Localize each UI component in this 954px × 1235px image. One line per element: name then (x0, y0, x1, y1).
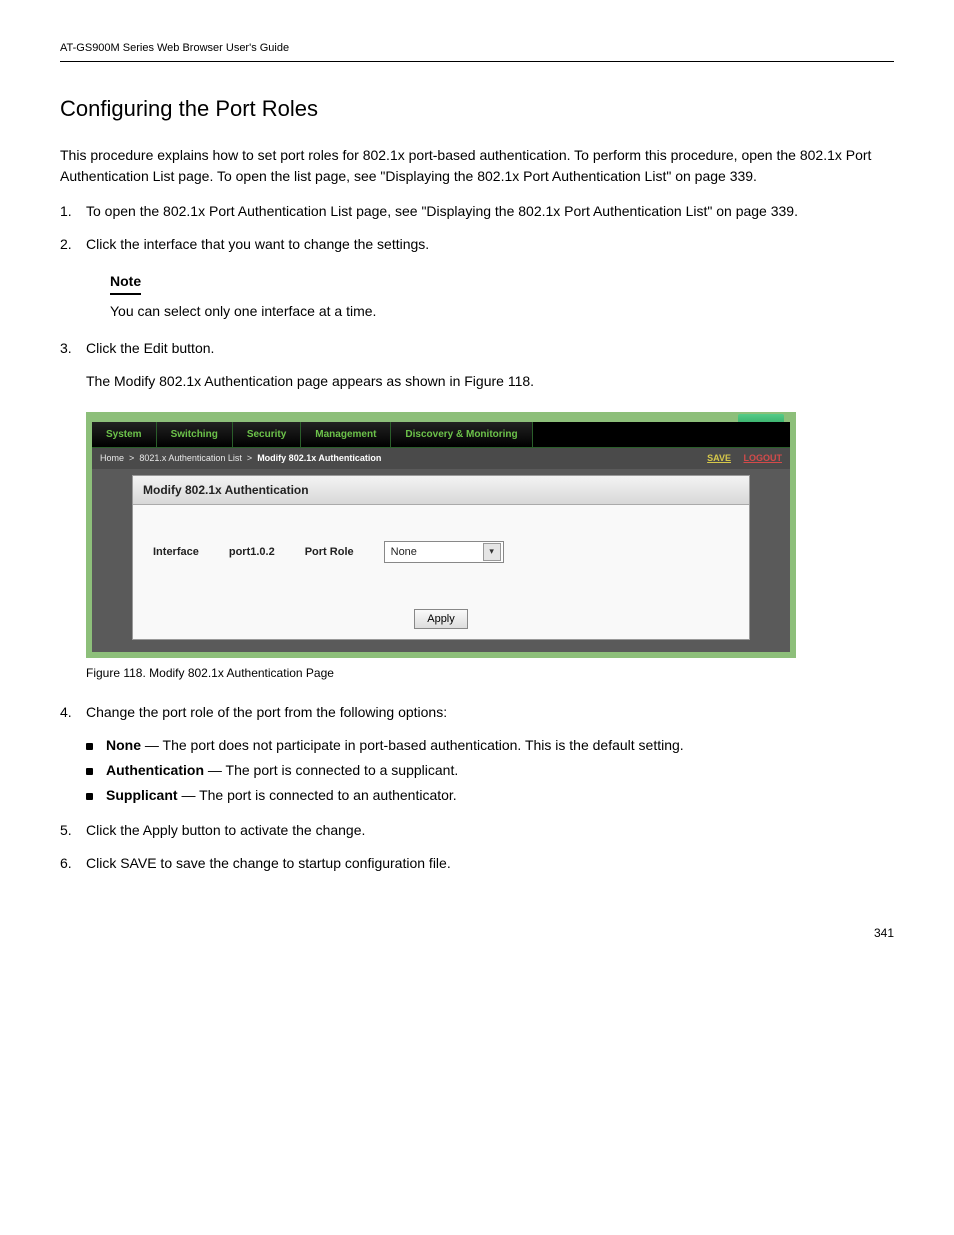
note-block: Note You can select only one interface a… (110, 271, 894, 322)
nav-tabs: System Switching Security Management Dis… (92, 422, 790, 448)
note-label: Note (110, 271, 141, 295)
step-1: 1. To open the 802.1x Port Authenticatio… (60, 201, 894, 222)
breadcrumb-current: Modify 802.1x Authentication (257, 453, 381, 463)
note-body: You can select only one interface at a t… (110, 301, 894, 322)
tab-management[interactable]: Management (301, 422, 391, 447)
page-header: AT-GS900M Series Web Browser User's Guid… (60, 40, 894, 62)
logout-link[interactable]: LOGOUT (744, 453, 783, 463)
interface-value: port1.0.2 (229, 544, 275, 561)
header-left: AT-GS900M Series Web Browser User's Guid… (60, 40, 289, 57)
section-title: Configuring the Port Roles (60, 92, 894, 125)
breadcrumb-bar: Home > 8021.x Authentication List > Modi… (92, 448, 790, 470)
breadcrumb: Home > 8021.x Authentication List > Modi… (100, 452, 381, 466)
step-6: 6. Click SAVE to save the change to star… (60, 853, 894, 874)
apply-button[interactable]: Apply (414, 609, 468, 629)
intro-paragraph: This procedure explains how to set port … (60, 145, 894, 187)
page-number: 341 (60, 924, 894, 942)
bullet-none: None — The port does not participate in … (86, 735, 894, 756)
step-3-after: The Modify 802.1x Authentication page ap… (60, 371, 894, 392)
tab-security[interactable]: Security (233, 422, 301, 447)
port-role-select[interactable]: None ▾ (384, 541, 504, 563)
bullet-authentication: Authentication — The port is connected t… (86, 760, 894, 781)
tab-system[interactable]: System (92, 422, 157, 447)
modify-auth-panel: Modify 802.1x Authentication Interface p… (132, 475, 750, 640)
port-role-label: Port Role (305, 544, 354, 561)
step-5: 5. Click the Apply button to activate th… (60, 820, 894, 841)
breadcrumb-home[interactable]: Home (100, 453, 124, 463)
interface-label: Interface (153, 544, 199, 561)
save-link[interactable]: SAVE (707, 453, 731, 463)
step-3: 3. Click the Edit button. (60, 338, 894, 359)
step-4: 4. Change the port role of the port from… (60, 702, 894, 723)
figure-caption: Figure 118. Modify 802.1x Authentication… (86, 664, 894, 682)
tab-switching[interactable]: Switching (157, 422, 233, 447)
figure-screenshot: System Switching Security Management Dis… (86, 412, 894, 659)
bullet-supplicant: Supplicant — The port is connected to an… (86, 785, 894, 806)
port-role-value: None (391, 544, 417, 561)
tab-discovery[interactable]: Discovery & Monitoring (391, 422, 532, 447)
breadcrumb-l1[interactable]: 8021.x Authentication List (139, 453, 242, 463)
chevron-down-icon: ▾ (483, 543, 501, 561)
panel-title: Modify 802.1x Authentication (133, 476, 749, 505)
step-2: 2. Click the interface that you want to … (60, 234, 894, 255)
